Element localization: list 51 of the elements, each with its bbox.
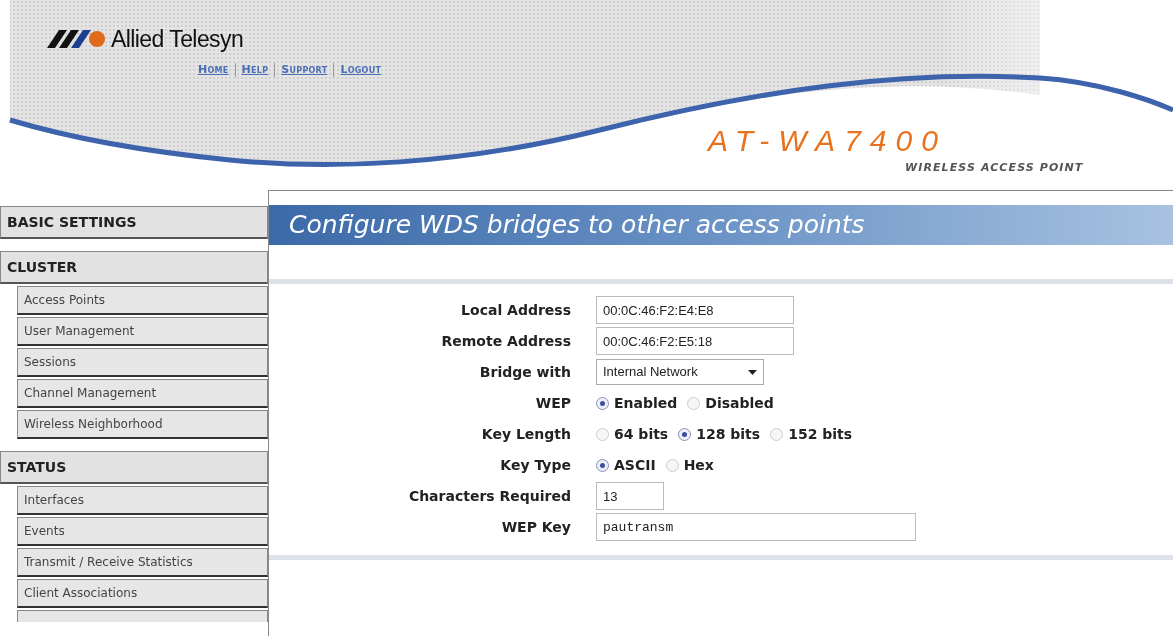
logo-icon xyxy=(47,28,107,51)
caret-icon xyxy=(748,369,757,375)
field-label: Bridge with xyxy=(478,362,572,382)
radio-label: ASCII xyxy=(614,455,656,475)
dropdown-value: Internal Network xyxy=(603,363,698,382)
field-label: WEP Key xyxy=(500,517,572,537)
sidebar-item[interactable] xyxy=(17,610,268,622)
nav-link[interactable]: Support xyxy=(281,62,328,79)
product-model: AT-WA7400 xyxy=(708,123,947,159)
radio-button[interactable] xyxy=(596,458,609,472)
field-label: Local Address xyxy=(460,300,572,320)
input-field[interactable]: 13 xyxy=(596,482,664,510)
sidebar-item[interactable]: Sessions xyxy=(17,348,268,377)
dropdown[interactable]: Internal Network xyxy=(596,359,764,385)
radio-label: 128 bits xyxy=(696,424,761,444)
sidebar-section[interactable]: BASIC SETTINGS xyxy=(0,206,268,239)
radio-label: 64 bits xyxy=(614,424,669,444)
field-label: WEP xyxy=(534,393,572,413)
radio-button[interactable] xyxy=(687,396,701,410)
sidebar-item[interactable]: Access Points xyxy=(17,286,268,315)
field-label: Key Length xyxy=(480,424,572,444)
sidebar-item[interactable]: Channel Management xyxy=(17,379,268,408)
radio-button[interactable] xyxy=(596,427,609,441)
nav-link[interactable]: Logout xyxy=(340,62,382,79)
sidebar-item[interactable]: Wireless Neighborhood xyxy=(17,410,268,439)
sidebar-item[interactable]: Interfaces xyxy=(17,486,268,515)
radio-button[interactable] xyxy=(770,427,784,441)
radio-button[interactable] xyxy=(678,427,692,441)
sidebar-item[interactable]: User Management xyxy=(17,317,268,346)
field-label: Characters Required xyxy=(407,486,572,506)
field-label: Remote Address xyxy=(440,331,572,351)
sidebar-item[interactable]: Transmit / Receive Statistics xyxy=(17,548,268,577)
input-field[interactable]: 00:0C:46:F2:E5:18 xyxy=(596,327,794,355)
sidebar-item[interactable]: Client Associations xyxy=(17,579,268,608)
radio-label: Disabled xyxy=(705,393,774,413)
input-field[interactable]: 00:0C:46:F2:E4:E8 xyxy=(596,296,794,324)
radio-label: 152 bits xyxy=(788,424,853,444)
page-title: Configure WDS bridges to other access points xyxy=(289,209,865,242)
input-field[interactable]: pautransm xyxy=(596,513,916,541)
nav-link[interactable]: Help xyxy=(241,62,269,79)
sidebar-section[interactable]: STATUS xyxy=(0,451,268,484)
nav-link[interactable]: Home xyxy=(198,62,229,79)
sidebar-item[interactable]: Events xyxy=(17,517,268,546)
radio-label: Hex xyxy=(683,455,714,475)
brand-name: Allied Telesyn xyxy=(111,25,244,54)
field-label: Key Type xyxy=(499,455,572,475)
product-subtitle: WIRELESS ACCESS POINT xyxy=(905,160,1084,176)
radio-button[interactable] xyxy=(665,458,679,472)
radio-button[interactable] xyxy=(596,396,609,410)
radio-label: Enabled xyxy=(614,393,678,413)
sidebar-section[interactable]: CLUSTER xyxy=(0,251,268,284)
